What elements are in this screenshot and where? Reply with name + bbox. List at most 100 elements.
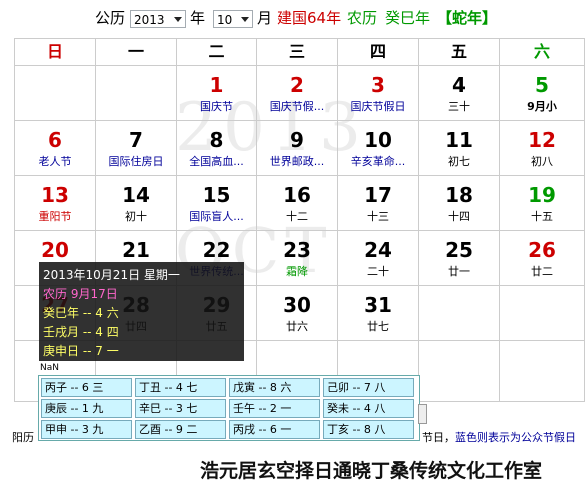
day-cell[interactable]: 16 十二: [257, 176, 338, 231]
day-number: 15: [202, 183, 231, 207]
studio-signature: 浩元居玄空择日通晓丁桑传统文化工作室: [200, 460, 543, 482]
year-select[interactable]: 2013: [130, 10, 186, 28]
day-cell[interactable]: 23 霜降: [257, 231, 338, 286]
day-cell[interactable]: 4 三十: [419, 66, 500, 121]
day-subtext: 十四: [448, 210, 470, 223]
day-subtext: 廿六: [286, 320, 308, 333]
day-number: 9: [290, 128, 304, 152]
day-number: 16: [283, 183, 311, 207]
day-subtext: 国庆节假...: [269, 100, 325, 113]
ganzhi-cell[interactable]: 乙酉 -- 9 二: [135, 420, 226, 439]
empty-cell: [15, 66, 96, 121]
day-number: 19: [528, 183, 556, 207]
day-cell[interactable]: 31 廿七: [338, 286, 419, 341]
day-number: 11: [445, 128, 473, 152]
day-cell[interactable]: 11 初七: [419, 121, 500, 176]
tooltip-lunar: 农历 9月17日: [43, 287, 118, 301]
ganzhi-cell[interactable]: 甲申 -- 3 九: [41, 420, 132, 439]
day-number: 7: [129, 128, 143, 152]
chevron-down-icon: [241, 17, 249, 22]
ganzhi-cell[interactable]: 丁亥 -- 8 八: [323, 420, 414, 439]
weekday-header: 六: [500, 39, 585, 66]
day-cell[interactable]: 25 廿一: [419, 231, 500, 286]
footer-note: 节日，蓝色则表示为公众节假日: [422, 429, 576, 445]
calendar-header: 公历 2013 年 10 月 建国64年 农历 癸巳年 【蛇年】: [0, 0, 586, 38]
day-number: 4: [452, 73, 466, 97]
era-text: 建国64年: [277, 9, 342, 27]
ganzhi-cell[interactable]: 辛巳 -- 3 七: [135, 399, 226, 418]
ganzhi-cell[interactable]: 壬午 -- 2 一: [229, 399, 320, 418]
tooltip-day-ganzhi: 庚申日 -- 7 一: [43, 344, 119, 358]
day-cell[interactable]: 18 十四: [419, 176, 500, 231]
day-number: 8: [209, 128, 224, 152]
day-subtext: 重阳节: [38, 210, 72, 223]
day-cell[interactable]: 17 十三: [338, 176, 419, 231]
month-select[interactable]: 10: [213, 10, 253, 28]
nongli-label: 农历: [347, 9, 378, 27]
day-subtext: 二十: [367, 265, 389, 278]
day-subtext: 廿七: [367, 320, 389, 333]
day-cell[interactable]: 2 国庆节假...: [257, 66, 338, 121]
day-cell[interactable]: 1 国庆节: [177, 66, 257, 121]
day-cell[interactable]: 14 初十: [96, 176, 177, 231]
day-number: 14: [122, 183, 150, 207]
month-select-value: 10: [217, 13, 233, 27]
ganzhi-cell[interactable]: 戊寅 -- 8 六: [229, 378, 320, 397]
day-subtext: 初七: [448, 155, 470, 168]
day-subtext: 国庆节假日: [350, 100, 406, 113]
day-cell[interactable]: 12 初八: [500, 121, 585, 176]
day-cell[interactable]: 7 国际住房日: [96, 121, 177, 176]
day-cell[interactable]: 26 廿二: [500, 231, 585, 286]
day-cell[interactable]: 19 十五: [500, 176, 585, 231]
day-number: 30: [283, 293, 311, 317]
day-number: 10: [364, 128, 392, 152]
day-subtext: 世界邮政...: [269, 155, 325, 168]
ganzhi-cell[interactable]: 癸未 -- 4 八: [323, 399, 414, 418]
tooltip-year-ganzhi: 癸巳年 -- 4 六: [43, 306, 119, 320]
ganzhi-cell[interactable]: 丙戌 -- 6 一: [229, 420, 320, 439]
day-cell[interactable]: 3 国庆节假日: [338, 66, 419, 121]
day-number: 23: [283, 238, 311, 262]
day-subtext: 十三: [367, 210, 389, 223]
empty-cell: [500, 341, 585, 402]
footer-note-blue: 蓝色则表示为公众节假日: [455, 431, 576, 444]
weekday-header: 日: [15, 39, 96, 66]
day-subtext: 廿二: [531, 265, 553, 278]
day-subtext: 初十: [125, 210, 147, 223]
day-number: 2: [290, 73, 304, 97]
day-cell[interactable]: 24 二十: [338, 231, 419, 286]
ganzhi-cell[interactable]: 己卯 -- 7 八: [323, 378, 414, 397]
day-subtext: 辛亥革命...: [350, 155, 406, 168]
day-cell[interactable]: 15 国际盲人...: [177, 176, 257, 231]
day-subtext: 国庆节: [200, 100, 233, 113]
ganzhi-cell[interactable]: 庚辰 -- 1 九: [41, 399, 132, 418]
weekday-header: 四: [338, 39, 419, 66]
day-number: 1: [209, 73, 224, 97]
small-button[interactable]: [418, 404, 427, 424]
weekday-header: 三: [257, 39, 338, 66]
day-number: 22: [202, 238, 231, 262]
ganzhi-cell[interactable]: 丙子 -- 6 三: [41, 378, 132, 397]
footer-left: 阳历: [12, 431, 34, 444]
day-number: 24: [364, 238, 392, 262]
day-cell[interactable]: 8 全国高血...: [177, 121, 257, 176]
day-number: 26: [528, 238, 556, 262]
day-cell[interactable]: 5 9月小: [500, 66, 585, 121]
day-subtext: 霜降: [286, 265, 308, 278]
zodiac-label: 【蛇年】: [437, 9, 498, 27]
day-cell[interactable]: 6 老人节: [15, 121, 96, 176]
tooltip-date: 2013年10月21日 星期一: [43, 268, 180, 282]
day-cell[interactable]: 13 重阳节: [15, 176, 96, 231]
day-cell[interactable]: 10 辛亥革命...: [338, 121, 419, 176]
ganzhi-cell[interactable]: 丁丑 -- 4 七: [135, 378, 226, 397]
weekday-header: 一: [96, 39, 177, 66]
day-subtext: 十五: [531, 210, 553, 223]
year-suffix: 年: [190, 9, 206, 27]
day-number: 25: [445, 238, 473, 262]
day-cell[interactable]: 9 世界邮政...: [257, 121, 338, 176]
empty-cell: [419, 341, 500, 402]
day-subtext: 国际盲人...: [189, 210, 244, 223]
day-subtext: 初八: [531, 155, 553, 168]
empty-cell: [96, 66, 177, 121]
day-cell[interactable]: 30 廿六: [257, 286, 338, 341]
